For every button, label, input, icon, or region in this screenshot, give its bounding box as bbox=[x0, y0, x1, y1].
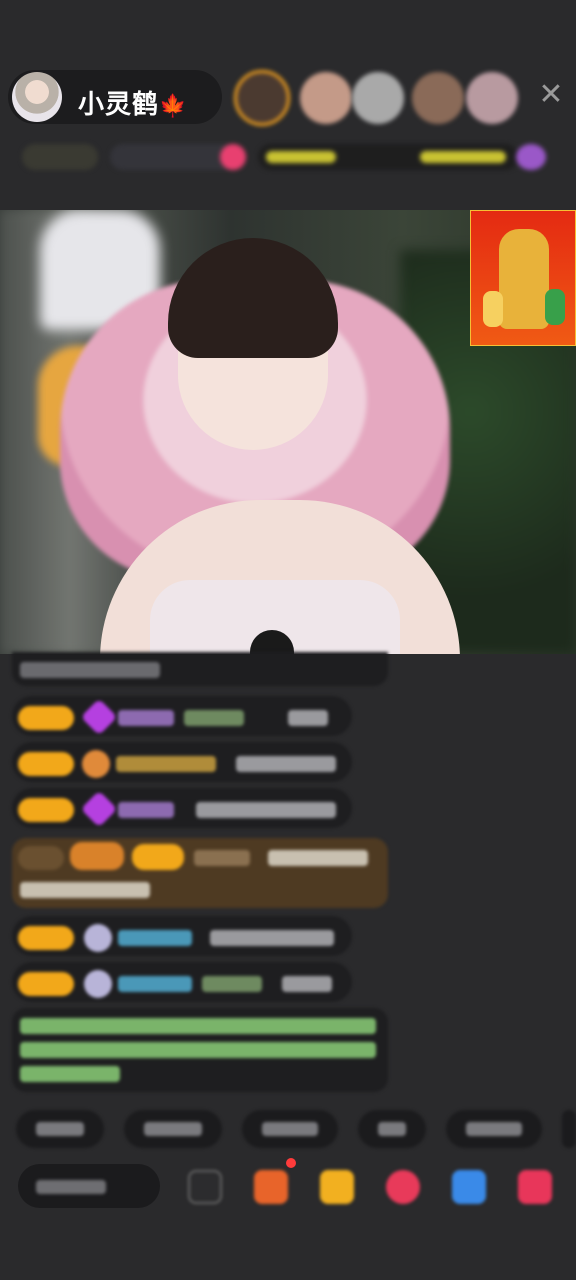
gift-box-icon[interactable] bbox=[254, 1170, 288, 1204]
maple-leaf-icon: 🍁 bbox=[159, 94, 188, 119]
chat-username bbox=[194, 850, 250, 866]
game-icon[interactable] bbox=[452, 1170, 486, 1204]
top-viewer-avatar[interactable] bbox=[466, 72, 518, 124]
rank-text bbox=[420, 151, 506, 163]
fortune-god-poster[interactable] bbox=[470, 210, 576, 346]
top-viewer-avatar[interactable] bbox=[234, 70, 290, 126]
chat-message[interactable] bbox=[12, 696, 352, 736]
fan-badge-icon bbox=[84, 924, 112, 952]
quick-reply-chip[interactable] bbox=[562, 1110, 576, 1148]
system-notice bbox=[12, 1008, 388, 1092]
quick-reply-chip[interactable] bbox=[16, 1110, 104, 1148]
host-avatar[interactable] bbox=[12, 72, 62, 122]
chat-text bbox=[196, 802, 336, 818]
chat-text bbox=[236, 756, 336, 772]
quick-reply-chip[interactable] bbox=[358, 1110, 426, 1148]
comment-input[interactable] bbox=[18, 1164, 160, 1208]
child-figure bbox=[545, 289, 565, 325]
top-viewer-avatar[interactable] bbox=[412, 72, 464, 124]
chat-message[interactable] bbox=[12, 916, 352, 956]
quick-reply-chip[interactable] bbox=[446, 1110, 542, 1148]
chat-text bbox=[268, 850, 368, 866]
notification-dot bbox=[286, 1158, 296, 1168]
quick-reply-text bbox=[466, 1122, 522, 1136]
top-viewer-avatar[interactable] bbox=[300, 72, 352, 124]
host-name-text: 小灵鹤 bbox=[78, 90, 160, 120]
level-badge bbox=[132, 844, 184, 870]
chat-message[interactable] bbox=[12, 652, 388, 686]
chat-username bbox=[116, 756, 216, 772]
level-badge bbox=[18, 846, 64, 870]
diamond-icon bbox=[80, 698, 118, 736]
level-badge bbox=[18, 798, 74, 822]
chat-username bbox=[118, 930, 192, 946]
quick-reply-chip[interactable] bbox=[124, 1110, 222, 1148]
chat-username bbox=[118, 710, 174, 726]
level-badge bbox=[18, 706, 74, 730]
chat-message[interactable] bbox=[12, 962, 352, 1002]
chat-username bbox=[118, 802, 174, 818]
comment-input-placeholder bbox=[36, 1180, 106, 1194]
chat-username bbox=[202, 976, 262, 992]
more-icon[interactable] bbox=[188, 1170, 222, 1204]
quick-reply-chip[interactable] bbox=[242, 1110, 338, 1148]
level-badge bbox=[18, 972, 74, 996]
chat-text bbox=[210, 930, 334, 946]
chat-text bbox=[282, 976, 332, 992]
vip-badge bbox=[70, 842, 124, 870]
chat-text bbox=[288, 710, 328, 726]
notice-text bbox=[20, 1042, 376, 1058]
child-figure bbox=[483, 291, 503, 327]
chat-text bbox=[20, 662, 160, 678]
top-viewer-avatar[interactable] bbox=[352, 72, 404, 124]
close-icon[interactable]: ✕ bbox=[536, 80, 566, 110]
heart-icon[interactable] bbox=[220, 144, 246, 170]
chat-message[interactable] bbox=[12, 742, 352, 782]
treasure-icon[interactable] bbox=[320, 1170, 354, 1204]
gift-icon[interactable] bbox=[518, 1170, 552, 1204]
notice-text bbox=[20, 1018, 376, 1034]
chat-username bbox=[118, 976, 192, 992]
quick-reply-text bbox=[36, 1122, 84, 1136]
quick-reply-text bbox=[378, 1122, 406, 1136]
quick-reply-text bbox=[144, 1122, 202, 1136]
level-badge bbox=[18, 752, 74, 776]
chat-message[interactable] bbox=[12, 788, 352, 828]
chat-message-highlighted[interactable] bbox=[12, 838, 388, 908]
chat-username bbox=[184, 710, 244, 726]
rank-text bbox=[266, 151, 336, 163]
rank-chip[interactable] bbox=[22, 144, 98, 170]
gift-icon[interactable] bbox=[516, 144, 546, 170]
diamond-icon bbox=[80, 790, 118, 828]
fan-club-icon[interactable] bbox=[386, 1170, 420, 1204]
ranking-strip[interactable] bbox=[22, 140, 560, 174]
notice-text bbox=[20, 1066, 120, 1082]
fan-badge-icon bbox=[84, 970, 112, 998]
quick-reply-text bbox=[262, 1122, 318, 1136]
fortune-god-figure bbox=[499, 229, 549, 329]
host-name: 小灵鹤🍁 bbox=[78, 84, 187, 121]
chat-text bbox=[20, 882, 150, 898]
streamer-hair bbox=[168, 238, 338, 358]
fan-badge-icon bbox=[82, 750, 110, 778]
level-badge bbox=[18, 926, 74, 950]
